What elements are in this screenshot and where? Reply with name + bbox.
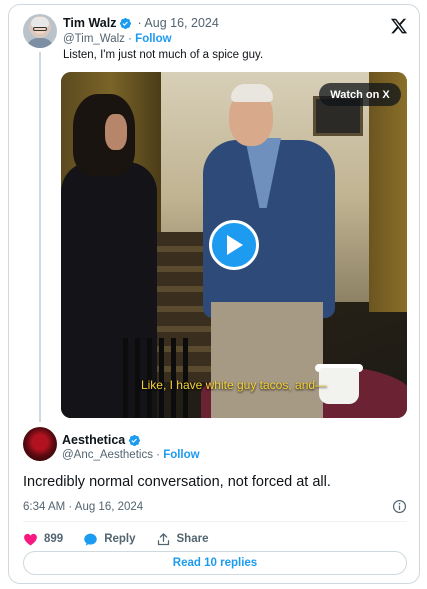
like-button[interactable]: 899 <box>23 532 63 547</box>
quoted-author-handle[interactable]: @Tim_Walz <box>63 33 125 45</box>
share-label: Share <box>176 533 209 545</box>
verified-badge-icon <box>120 17 132 29</box>
heart-icon <box>24 533 37 545</box>
share-button[interactable]: Share <box>156 532 209 547</box>
video-caption: Like, I have white guy tacos, and— <box>140 378 328 392</box>
quoted-post-date[interactable]: · Aug 16, 2024 <box>137 16 218 30</box>
verified-badge-icon <box>129 434 141 446</box>
handle-separator: · <box>124 33 136 45</box>
handle-separator: · <box>152 449 164 461</box>
share-icon <box>157 532 169 545</box>
quoted-author-name[interactable]: Tim Walz <box>63 16 116 30</box>
video-player[interactable]: Watch on X Like, I have white guy tacos,… <box>61 72 407 418</box>
quoted-author-row: Tim Walz · Aug 16, 2024 <box>63 16 219 30</box>
divider <box>23 521 407 522</box>
quoted-handle-row: @Tim_Walz · Follow <box>63 33 172 45</box>
post-text: Incredibly normal conversation, not forc… <box>23 474 331 490</box>
quoted-post-text: Listen, I'm just not much of a spice guy… <box>63 49 264 61</box>
play-icon <box>227 235 243 255</box>
reply-bubble-icon <box>84 533 97 545</box>
embedded-post-card: Tim Walz · Aug 16, 2024 @Tim_Walz · Foll… <box>8 4 420 584</box>
play-button[interactable] <box>209 220 259 270</box>
author-row: Aesthetica <box>62 433 141 447</box>
author-name[interactable]: Aesthetica <box>62 433 125 447</box>
thread-connector-line <box>39 52 41 422</box>
post-timestamp[interactable]: 6:34 AM · Aug 16, 2024 <box>23 501 143 513</box>
like-count: 899 <box>44 533 64 545</box>
info-icon[interactable] <box>392 499 407 514</box>
reply-label: Reply <box>104 533 136 545</box>
action-bar: 899 Reply Share <box>23 529 228 549</box>
read-replies-button[interactable]: Read 10 replies <box>23 551 407 575</box>
tim-walz-avatar[interactable] <box>23 14 57 48</box>
quoted-follow-button[interactable]: Follow <box>135 33 171 45</box>
author-handle[interactable]: @Anc_Aesthetics <box>62 449 153 461</box>
x-logo-icon[interactable] <box>390 17 408 35</box>
watch-on-x-button[interactable]: Watch on X <box>319 83 401 106</box>
follow-button[interactable]: Follow <box>163 449 199 461</box>
author-handle-row: @Anc_Aesthetics · Follow <box>62 449 200 461</box>
aesthetica-avatar[interactable] <box>23 427 57 461</box>
reply-button[interactable]: Reply <box>83 532 136 547</box>
